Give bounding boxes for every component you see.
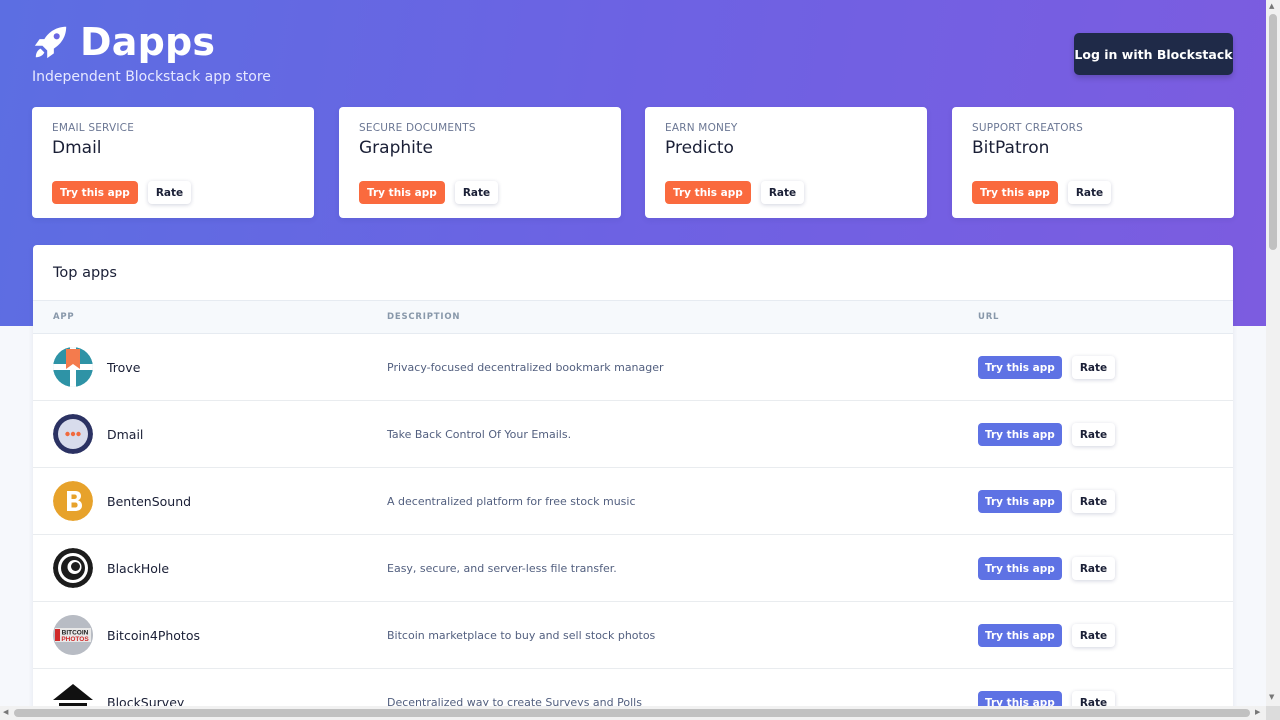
vertical-scrollbar[interactable]: ▲ ▼	[1266, 0, 1280, 706]
table-row: Trove Privacy-focused decentralized book…	[33, 334, 1233, 401]
brand[interactable]: Dapps	[32, 20, 215, 64]
try-app-button[interactable]: Try this app	[978, 423, 1062, 446]
card-app-name[interactable]: Dmail	[52, 138, 294, 158]
rate-button[interactable]: Rate	[1071, 490, 1116, 513]
app-description: Decentralized way to create Surveys and …	[387, 696, 642, 706]
rate-button[interactable]: Rate	[1067, 181, 1112, 204]
scroll-down-icon[interactable]: ▼	[1269, 693, 1274, 701]
dmail-logo-icon[interactable]	[53, 414, 93, 454]
rate-button[interactable]: Rate	[1071, 557, 1116, 580]
blocksurvey-logo-icon[interactable]	[53, 682, 93, 706]
bitcoin4photos-logo-icon[interactable]: BITCOIN PHOTOS	[53, 615, 93, 655]
featured-card: EARN MONEY Predicto Try this app Rate	[645, 107, 927, 218]
blackhole-logo-icon[interactable]	[53, 548, 93, 588]
featured-card: EMAIL SERVICE Dmail Try this app Rate	[32, 107, 314, 218]
scroll-left-icon[interactable]: ◀	[3, 708, 8, 716]
app-name[interactable]: BentenSound	[107, 494, 191, 509]
horizontal-scroll-thumb[interactable]	[14, 709, 1250, 717]
scroll-up-icon[interactable]: ▲	[1269, 2, 1274, 10]
app-name[interactable]: BlockSurvey	[107, 695, 184, 706]
table-row: BlackHole Easy, secure, and server-less …	[33, 535, 1233, 602]
row-actions: Try this app Rate	[978, 624, 1116, 647]
featured-card: SECURE DOCUMENTS Graphite Try this app R…	[339, 107, 621, 218]
try-app-button[interactable]: Try this app	[52, 181, 138, 204]
card-app-name[interactable]: Graphite	[359, 138, 601, 158]
row-actions: Try this app Rate	[978, 490, 1116, 513]
rate-button[interactable]: Rate	[147, 181, 192, 204]
panel-title: Top apps	[53, 265, 117, 281]
horizontal-scrollbar[interactable]: ◀ ▶	[0, 706, 1266, 720]
card-actions: Try this app Rate	[972, 181, 1112, 204]
row-actions: Try this app Rate	[978, 557, 1116, 580]
app-description: Privacy-focused decentralized bookmark m…	[387, 361, 664, 374]
card-app-name[interactable]: Predicto	[665, 138, 907, 158]
brand-name: Dapps	[80, 20, 216, 64]
try-app-button[interactable]: Try this app	[978, 490, 1062, 513]
card-category: SECURE DOCUMENTS	[359, 122, 476, 134]
bentensound-logo-icon[interactable]	[53, 481, 93, 521]
row-actions: Try this app Rate	[978, 356, 1116, 379]
table-header: APP DESCRIPTION URL	[33, 300, 1233, 334]
app-description: Take Back Control Of Your Emails.	[387, 428, 572, 441]
top-apps-panel: Top apps APP DESCRIPTION URL Trove Priva…	[33, 245, 1233, 706]
app-description: A decentralized platform for free stock …	[387, 495, 636, 508]
app-name[interactable]: BlackHole	[107, 561, 169, 576]
app-name[interactable]: Dmail	[107, 427, 143, 442]
table-row: BlockSurvey Decentralized way to create …	[33, 669, 1233, 706]
rate-button[interactable]: Rate	[760, 181, 805, 204]
scroll-right-icon[interactable]: ▶	[1255, 708, 1260, 716]
try-app-button[interactable]: Try this app	[359, 181, 445, 204]
rate-button[interactable]: Rate	[1071, 624, 1116, 647]
try-app-button[interactable]: Try this app	[978, 691, 1062, 706]
app-description: Bitcoin marketplace to buy and sell stoc…	[387, 629, 656, 642]
column-header-description: DESCRIPTION	[387, 312, 461, 322]
row-actions: Try this app Rate	[978, 691, 1116, 706]
rocket-icon	[34, 26, 67, 59]
table-row: BentenSound A decentralized platform for…	[33, 468, 1233, 535]
rate-button[interactable]: Rate	[454, 181, 499, 204]
logo-text-photos: PHOTOS	[61, 636, 89, 643]
column-header-url: URL	[978, 312, 1000, 322]
featured-card: SUPPORT CREATORS BitPatron Try this app …	[952, 107, 1234, 218]
rate-button[interactable]: Rate	[1071, 691, 1116, 706]
row-actions: Try this app Rate	[978, 423, 1116, 446]
try-app-button[interactable]: Try this app	[978, 557, 1062, 580]
card-actions: Try this app Rate	[52, 181, 192, 204]
try-app-button[interactable]: Try this app	[978, 624, 1062, 647]
rate-button[interactable]: Rate	[1071, 356, 1116, 379]
vertical-scroll-thumb[interactable]	[1269, 14, 1277, 250]
card-actions: Try this app Rate	[665, 181, 805, 204]
try-app-button[interactable]: Try this app	[665, 181, 751, 204]
table-row: BITCOIN PHOTOS Bitcoin4Photos Bitcoin ma…	[33, 602, 1233, 669]
app-name[interactable]: Bitcoin4Photos	[107, 628, 200, 643]
try-app-button[interactable]: Try this app	[978, 356, 1062, 379]
trove-logo-icon[interactable]	[53, 347, 93, 387]
card-actions: Try this app Rate	[359, 181, 499, 204]
tagline: Independent Blockstack app store	[32, 69, 271, 85]
app-name[interactable]: Trove	[107, 360, 140, 375]
try-app-button[interactable]: Try this app	[972, 181, 1058, 204]
table-row: Dmail Take Back Control Of Your Emails. …	[33, 401, 1233, 468]
card-app-name[interactable]: BitPatron	[972, 138, 1214, 158]
scrollbar-corner	[1266, 706, 1280, 720]
login-button[interactable]: Log in with Blockstack	[1074, 33, 1233, 75]
card-category: EARN MONEY	[665, 122, 738, 134]
app-description: Easy, secure, and server-less file trans…	[387, 562, 617, 575]
page: Dapps Independent Blockstack app store L…	[0, 0, 1266, 706]
card-category: EMAIL SERVICE	[52, 122, 135, 134]
rate-button[interactable]: Rate	[1071, 423, 1116, 446]
column-header-app: APP	[53, 312, 75, 322]
card-category: SUPPORT CREATORS	[972, 122, 1084, 134]
